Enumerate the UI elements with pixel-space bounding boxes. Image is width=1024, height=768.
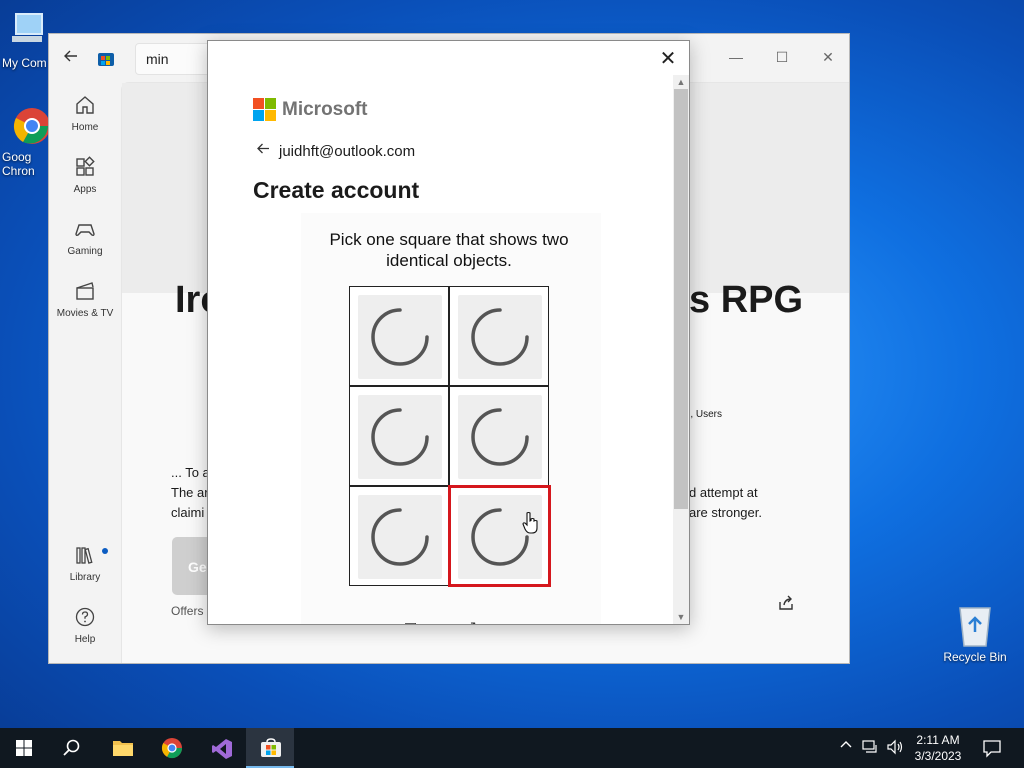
dialog-close-button[interactable]: ✕ (656, 47, 680, 71)
share-icon[interactable] (776, 593, 796, 613)
nav-label: Home (71, 122, 99, 133)
store-icon (261, 738, 281, 757)
microsoft-logo-icon (253, 98, 276, 121)
network-icon (862, 740, 877, 753)
help-icon (75, 607, 95, 627)
folder-icon (113, 741, 133, 756)
captcha-tile[interactable] (349, 486, 449, 586)
gaming-icon (75, 224, 95, 237)
captcha-audio-button[interactable]: ▣ (404, 619, 417, 624)
description-line: The ar (171, 485, 209, 500)
captcha-tile[interactable] (449, 286, 549, 386)
taskbar-visual-studio[interactable] (197, 728, 245, 768)
chrome-icon (161, 738, 183, 759)
nav-movies-tv[interactable]: Movies & TV (49, 280, 121, 319)
nav-home[interactable]: Home (49, 94, 121, 133)
recycle-bin-icon (959, 607, 991, 647)
offers-text: Offers i (171, 604, 210, 618)
loading-spinner-icon (371, 408, 429, 466)
tray-volume[interactable] (886, 739, 904, 758)
computer-icon (12, 13, 43, 42)
scroll-up-arrow[interactable]: ▲ (673, 75, 689, 89)
desktop-icon-my-computer[interactable]: My Com (2, 10, 54, 70)
volume-icon (887, 739, 903, 755)
back-arrow-icon (257, 143, 269, 154)
start-button[interactable] (0, 728, 48, 768)
dialog-heading: Create account (253, 177, 420, 203)
dialog-scrollbar[interactable]: ▲ ▼ (673, 75, 689, 624)
nav-label: Library (69, 572, 101, 583)
minimize-button[interactable]: — (713, 42, 759, 72)
notification-dot (102, 548, 108, 554)
store-icon (98, 53, 114, 66)
account-email: juidhft@outlook.com (279, 143, 416, 160)
captcha-refresh-button[interactable]: ↻ (470, 619, 482, 624)
desktop-icon-label: Goog Chron (2, 150, 35, 178)
action-center-button[interactable] (982, 738, 1002, 761)
maximize-button[interactable]: ☐ (759, 42, 805, 72)
nav-gaming[interactable]: Gaming (49, 218, 121, 257)
selected-tile-highlight (448, 485, 551, 587)
close-window-button[interactable]: ✕ (805, 42, 849, 72)
desktop-icon-chrome[interactable]: Goog Chron (2, 104, 54, 178)
windows-logo-icon (16, 740, 32, 756)
description-line: claimi (171, 505, 205, 520)
loading-spinner-icon (471, 308, 529, 366)
desktop-icon-recycle-bin[interactable]: Recycle Bin (938, 602, 1012, 664)
chevron-up-icon (840, 741, 852, 748)
taskbar-store[interactable] (246, 728, 294, 768)
description-line: ... To a (171, 465, 210, 480)
apps-icon (76, 156, 95, 176)
nav-library[interactable]: Library (49, 544, 121, 583)
taskbar: 2:11 AM 3/3/2023 (0, 728, 1024, 768)
back-button[interactable] (63, 48, 83, 68)
captcha-prompt: Pick one square that shows two identical… (329, 230, 569, 270)
chrome-icon (13, 108, 50, 144)
taskbar-chrome[interactable] (148, 728, 196, 768)
taskbar-search-button[interactable] (48, 728, 96, 768)
movies-icon (76, 282, 94, 300)
loading-spinner-icon (371, 508, 429, 566)
scroll-thumb[interactable] (674, 89, 688, 509)
taskbar-clock[interactable]: 2:11 AM 3/3/2023 (906, 732, 970, 764)
app-title-right: s RPG (689, 279, 804, 321)
brand-name: Microsoft (282, 99, 368, 120)
nav-label: Help (74, 634, 96, 645)
taskbar-file-explorer[interactable] (98, 728, 146, 768)
library-icon (76, 547, 93, 564)
clock-date: 3/3/2023 (914, 749, 962, 763)
description-line: are stronger. (689, 505, 762, 520)
notification-icon (983, 740, 1001, 758)
loading-spinner-icon (371, 308, 429, 366)
home-icon (76, 96, 94, 114)
store-nav: Home Apps Gaming Movies & TV Library Hel… (49, 82, 121, 663)
nav-label: Gaming (67, 246, 103, 257)
nav-label: Movies & TV (56, 308, 114, 319)
description-line: d attempt at (689, 485, 758, 500)
hand-cursor-icon (522, 511, 538, 534)
scroll-down-arrow[interactable]: ▼ (673, 610, 689, 624)
captcha-tile[interactable] (349, 286, 449, 386)
nav-label: Apps (73, 184, 97, 195)
create-account-dialog: ✕ ▲ ▼ Microsoft juidhft@outlook.com Crea… (207, 40, 690, 625)
app-meta: ), Users (687, 409, 722, 420)
desktop-icon-label: My Com (2, 56, 47, 70)
nav-help[interactable]: Help (49, 606, 121, 645)
visual-studio-icon (212, 739, 232, 759)
captcha-tile[interactable] (349, 386, 449, 486)
tray-network[interactable] (862, 739, 880, 758)
back-arrow-icon (64, 50, 77, 62)
loading-spinner-icon (471, 408, 529, 466)
tray-overflow-chevron[interactable] (840, 739, 852, 754)
recycle-bin-label: Recycle Bin (943, 650, 1007, 664)
nav-apps[interactable]: Apps (49, 156, 121, 195)
clock-time: 2:11 AM (916, 733, 960, 747)
search-icon (63, 739, 80, 756)
captcha-tile[interactable] (449, 386, 549, 486)
back-to-email-button[interactable] (256, 141, 271, 161)
